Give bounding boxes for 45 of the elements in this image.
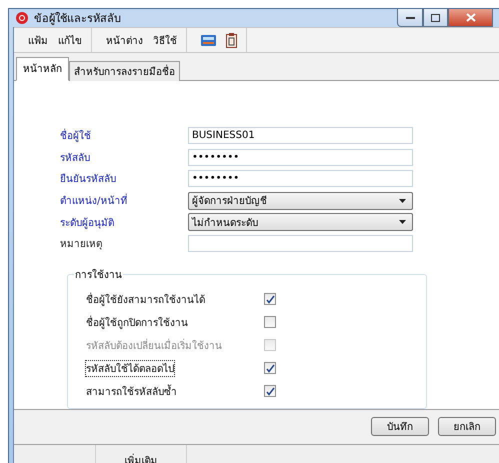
dialog-button[interactable]: ยกเลิก	[438, 417, 496, 436]
checkmark-icon	[266, 294, 274, 304]
field-label: ระดับผู้อนุมัติ	[60, 216, 115, 230]
field-label: รหัสลับ	[60, 152, 91, 165]
close-button[interactable]	[448, 9, 493, 27]
app-logo-icon	[16, 12, 28, 24]
tab[interactable]: สำหรับการลงรายมือชื่อ	[69, 61, 180, 81]
checkbox[interactable]	[264, 293, 276, 306]
checkbox-label: ชื่อผู้ใช้ยังสามารถใช้งานได้	[86, 292, 205, 307]
dropdown-arrow-icon	[399, 220, 406, 224]
checkmark-icon	[266, 386, 274, 396]
minimize-button[interactable]	[397, 9, 423, 27]
menu-item[interactable]: หน้าต่าง	[106, 32, 143, 48]
close-icon	[466, 13, 476, 22]
checkbox[interactable]	[264, 316, 276, 328]
field-label: ชื่อผู้ใช้	[60, 128, 188, 144]
minimize-icon	[406, 16, 414, 19]
dropdown-arrow-icon	[399, 198, 406, 203]
menu-item[interactable]: วิธีใช้	[153, 32, 177, 48]
maximize-icon	[431, 14, 440, 22]
input-field[interactable]	[188, 235, 413, 252]
maximize-button[interactable]	[423, 9, 448, 27]
menu-item[interactable]: แฟ้ม	[28, 32, 48, 48]
field-label: ตำแหน่ง/หน้าที่	[60, 193, 188, 208]
checkmark-icon	[266, 364, 274, 373]
checkbox-label: สามารถใช้รหัสลับซ้ำ	[86, 384, 177, 399]
input-field[interactable]: ••••••••	[188, 148, 413, 166]
checkbox-label: รหัสลับต้องเปลี่ยนเมื่อเริ่มใช้งาน	[86, 338, 222, 353]
clipboard-icon[interactable]	[226, 32, 237, 48]
field-label: หมายเหตุ	[60, 238, 103, 252]
dropdown-field[interactable]: ผู้จัดการฝ่ายบัญชี	[188, 192, 413, 210]
field-label: ยืนยันรหัสลับ	[60, 172, 117, 186]
group-title: การใช้งาน	[74, 268, 123, 282]
checkbox[interactable]	[264, 385, 276, 398]
input-field[interactable]: ••••••••	[188, 170, 413, 188]
tab[interactable]: หน้าหลัก	[16, 57, 69, 81]
checkbox-label: รหัสลับใช้ได้ตลอดไป	[86, 360, 174, 376]
input-field[interactable]: BUSINESS01	[188, 127, 413, 144]
calculator-icon[interactable]	[201, 34, 216, 46]
checkbox[interactable]	[264, 362, 276, 374]
checkbox-label: ชื่อผู้ใช้ถูกปิดการใช้งาน	[86, 314, 188, 330]
menu-item[interactable]: แก้ไข	[58, 32, 82, 48]
dropdown-field[interactable]: ไม่กำหนดระดับ	[188, 213, 413, 232]
dialog-button[interactable]: บันทึก	[371, 417, 429, 436]
window-title: ข้อผู้ใช้และรหัสลับ	[34, 11, 121, 27]
